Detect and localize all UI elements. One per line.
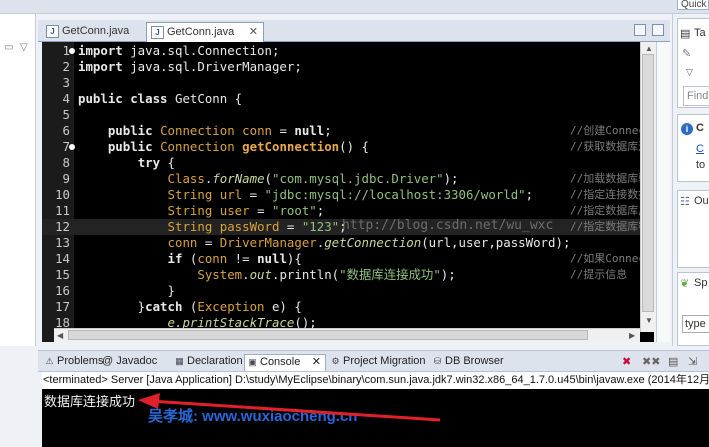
arrow-head [138,393,160,409]
red-arrow-annotation [138,393,441,422]
arrow-shaft [149,399,441,422]
